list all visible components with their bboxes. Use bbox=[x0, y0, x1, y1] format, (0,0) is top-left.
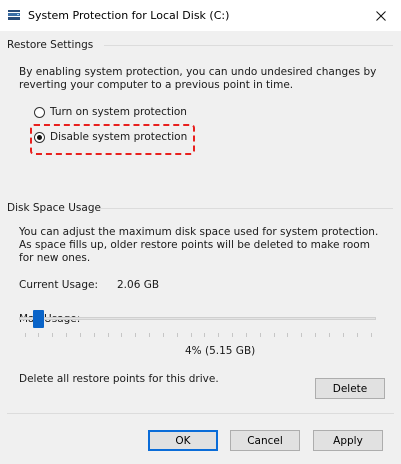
slider-tick bbox=[135, 333, 137, 337]
slider-tick bbox=[287, 333, 289, 337]
ok-button[interactable]: OK bbox=[148, 430, 218, 451]
restore-settings-heading: Restore Settings bbox=[7, 39, 94, 51]
slider-tick bbox=[162, 333, 164, 337]
slider-tick bbox=[315, 333, 317, 337]
slider-tick bbox=[24, 333, 26, 337]
disk-space-divider bbox=[99, 208, 393, 209]
slider-tick bbox=[38, 333, 40, 337]
slider-tick bbox=[52, 333, 54, 337]
delete-button[interactable]: Delete bbox=[315, 378, 385, 399]
current-usage-label: Current Usage: bbox=[19, 279, 99, 291]
close-button[interactable] bbox=[361, 0, 401, 31]
drive-icon bbox=[8, 10, 20, 20]
max-usage-slider-thumb[interactable] bbox=[32, 310, 44, 328]
slider-tick bbox=[93, 333, 95, 337]
delete-restore-points-text: Delete all restore points for this drive… bbox=[19, 373, 219, 385]
current-usage-value: 2.06 GB bbox=[117, 279, 160, 291]
restore-settings-description: By enabling system protection, you can u… bbox=[19, 66, 377, 91]
close-icon bbox=[376, 10, 386, 21]
slider-tick bbox=[232, 333, 234, 337]
footer-divider bbox=[7, 413, 394, 414]
slider-tick bbox=[149, 333, 151, 337]
slider-tick bbox=[79, 333, 81, 337]
disk-space-heading: Disk Space Usage bbox=[7, 202, 101, 214]
slider-tick bbox=[301, 333, 303, 337]
max-usage-slider-track[interactable] bbox=[19, 317, 376, 320]
slider-tick bbox=[356, 333, 358, 337]
radio-turn-on-protection[interactable]: Turn on system protection bbox=[34, 104, 187, 120]
max-usage-value: 4% (5.15 GB) bbox=[185, 345, 256, 357]
slider-tick bbox=[190, 333, 192, 337]
slider-tick bbox=[218, 333, 220, 337]
slider-tick bbox=[107, 333, 109, 337]
radio-button[interactable] bbox=[34, 106, 45, 118]
cancel-button[interactable]: Cancel bbox=[230, 430, 300, 451]
slider-tick bbox=[121, 333, 123, 337]
slider-tick bbox=[273, 333, 275, 337]
restore-settings-divider bbox=[104, 45, 393, 46]
slider-tick bbox=[328, 333, 330, 337]
slider-tick bbox=[342, 333, 344, 337]
apply-button[interactable]: Apply bbox=[313, 430, 383, 451]
slider-tick bbox=[204, 333, 206, 337]
slider-tick bbox=[66, 333, 68, 337]
radio-label: Turn on system protection bbox=[50, 106, 187, 118]
title-bar: System Protection for Local Disk (C:) bbox=[0, 0, 401, 31]
highlight-annotation bbox=[30, 124, 195, 155]
disk-space-description: You can adjust the maximum disk space us… bbox=[19, 226, 379, 264]
slider-tick bbox=[245, 333, 247, 337]
window-title: System Protection for Local Disk (C:) bbox=[28, 9, 230, 22]
slider-tick bbox=[259, 333, 261, 337]
slider-tick bbox=[176, 333, 178, 337]
slider-tick bbox=[370, 333, 372, 337]
